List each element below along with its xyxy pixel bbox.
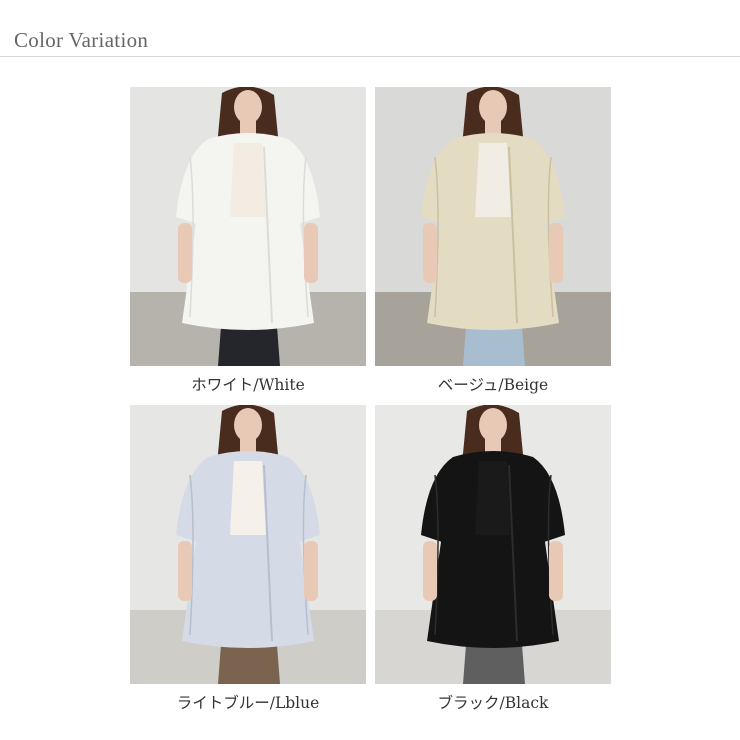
model-illustration bbox=[130, 405, 366, 684]
face-shape bbox=[479, 408, 507, 442]
model-illustration bbox=[375, 87, 611, 366]
left-forearm bbox=[423, 541, 437, 601]
header-divider bbox=[0, 56, 740, 57]
inner-top bbox=[475, 461, 511, 535]
face-shape bbox=[479, 90, 507, 124]
product-photo-white[interactable] bbox=[130, 87, 366, 366]
right-forearm bbox=[549, 223, 563, 283]
right-forearm bbox=[304, 541, 318, 601]
model-illustration bbox=[130, 87, 366, 366]
section-header: Color Variation bbox=[0, 0, 740, 58]
product-photo-black[interactable] bbox=[375, 405, 611, 684]
inner-top bbox=[475, 143, 511, 217]
variant-label-white: ホワイト/White bbox=[191, 376, 305, 394]
variant-label-lblue: ライトブルー/Lblue bbox=[176, 694, 320, 712]
right-forearm bbox=[304, 223, 318, 283]
inner-top bbox=[230, 143, 266, 217]
variant-label-beige: ベージュ/Beige bbox=[437, 376, 549, 394]
left-forearm bbox=[178, 223, 192, 283]
section-title: Color Variation bbox=[14, 28, 149, 52]
face-shape bbox=[234, 408, 262, 442]
product-photo-beige[interactable] bbox=[375, 87, 611, 366]
face-shape bbox=[234, 90, 262, 124]
inner-top bbox=[230, 461, 266, 535]
left-forearm bbox=[178, 541, 192, 601]
variant-label-black: ブラック/Black bbox=[437, 694, 549, 712]
model-illustration bbox=[375, 405, 611, 684]
product-photo-lblue[interactable] bbox=[130, 405, 366, 684]
left-forearm bbox=[423, 223, 437, 283]
right-forearm bbox=[549, 541, 563, 601]
